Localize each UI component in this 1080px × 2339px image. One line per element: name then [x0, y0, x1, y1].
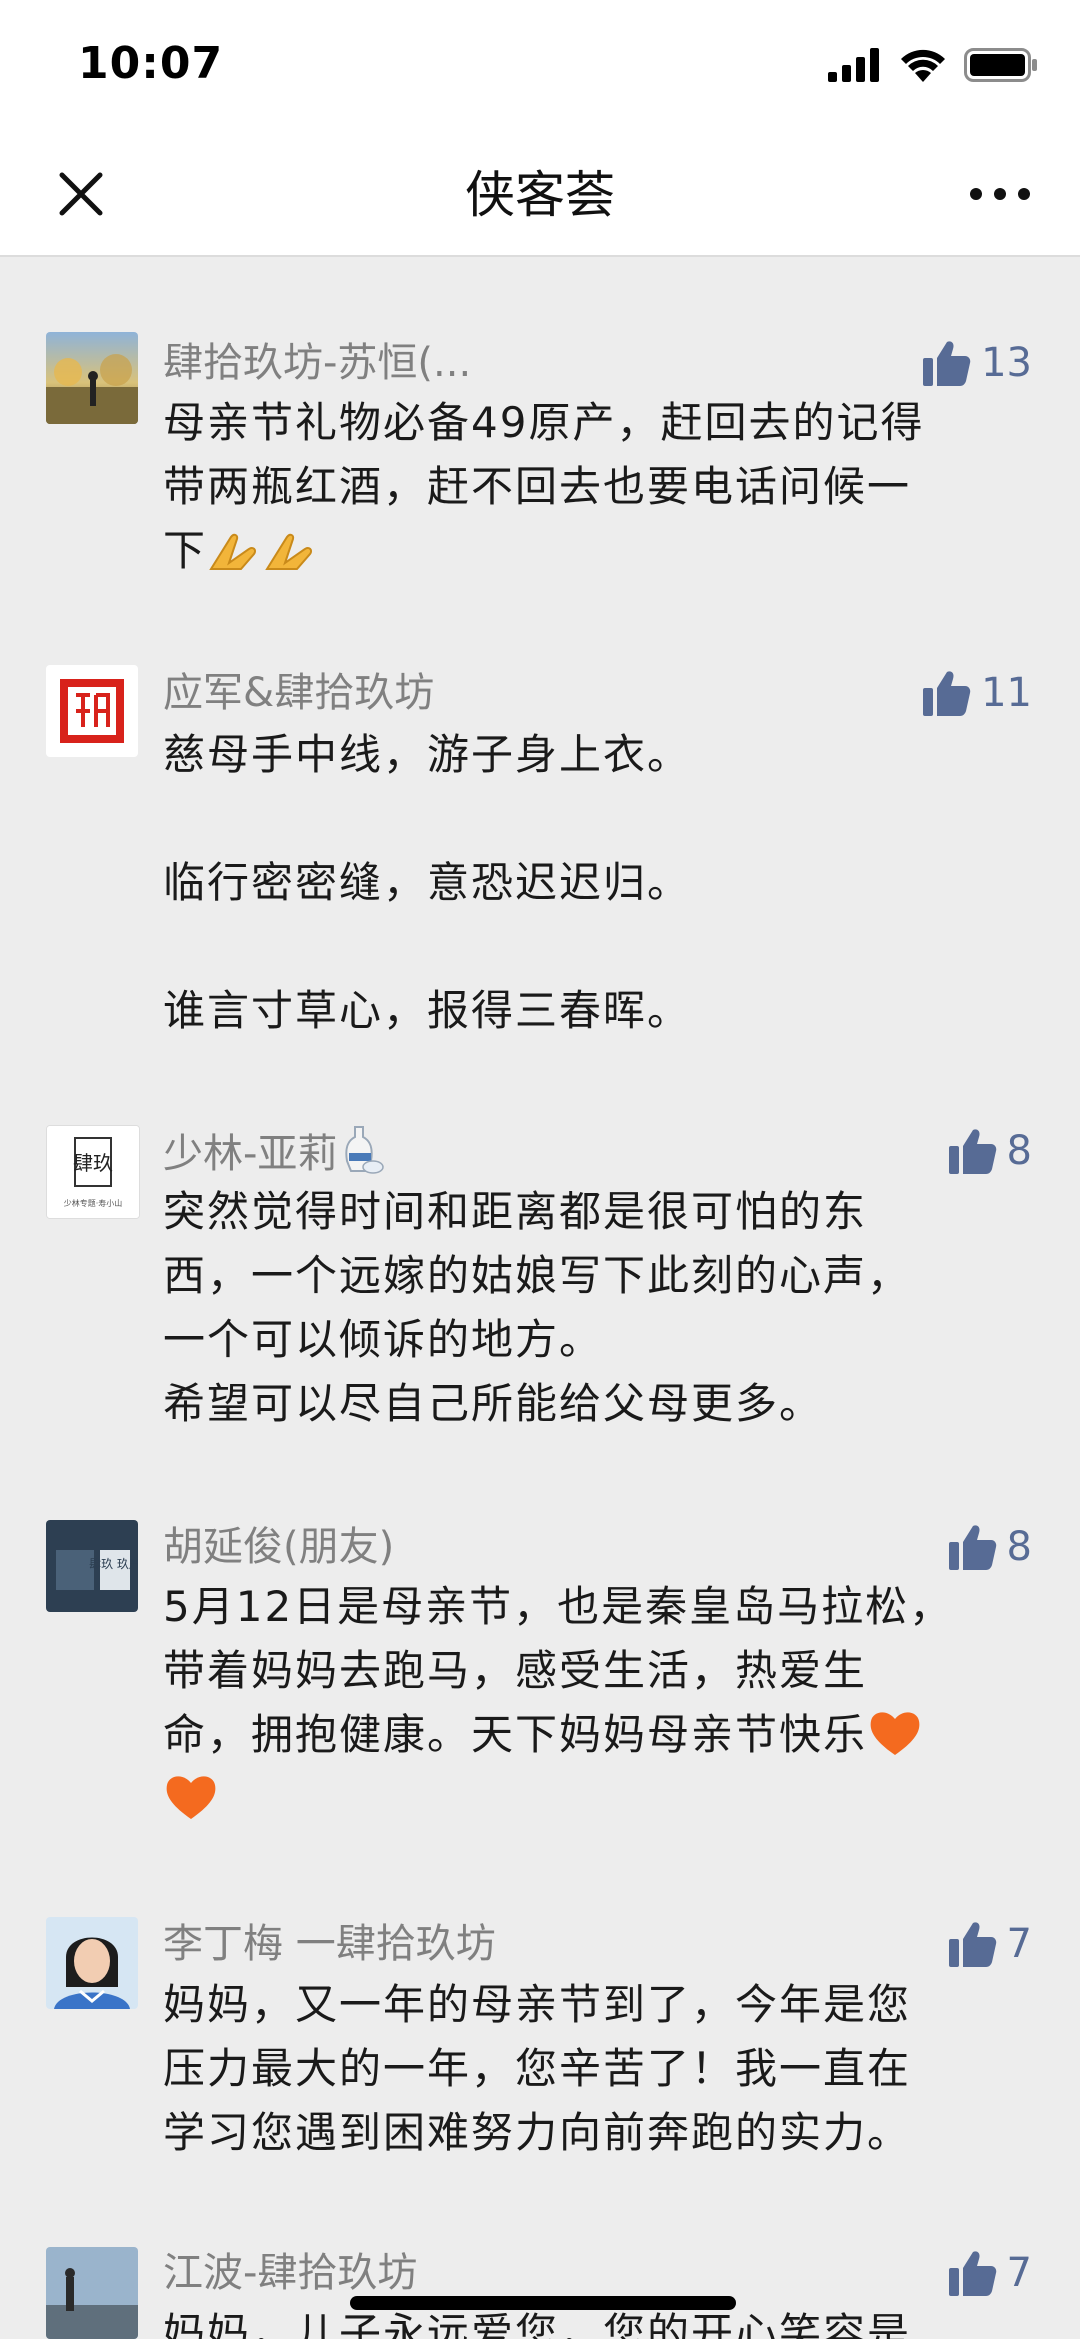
comment-line: 压力最大的一年，您辛苦了！我一直在 [163, 2044, 912, 2093]
comment-author: 少林-亚莉 [163, 1123, 385, 1182]
thumbs-up-icon [948, 2251, 996, 2296]
comment-line: 命，拥抱健康。天下妈妈母亲节快乐 [163, 1710, 868, 1759]
avatar[interactable]: 肆玖 玖产 [46, 1520, 138, 1612]
comment-author: 胡延俊(朋友) [163, 1524, 395, 1570]
avatar-seal-text: 肆玖 [73, 1151, 113, 1175]
cellular-signal-icon [828, 48, 879, 82]
comment-author: 应军&肆拾玖坊 [163, 670, 435, 716]
orange-heart-emoji [870, 1712, 920, 1755]
like-button[interactable]: 8 [948, 1519, 1032, 1575]
like-count: 11 [981, 670, 1032, 716]
comment-text: 母亲节礼物必备49原产，赶回去的记得 带两瓶红酒，赶不回去也要电话问候一 下 [163, 391, 1023, 583]
avatar[interactable] [46, 332, 138, 424]
avatar[interactable] [46, 665, 138, 757]
comment-line: 一个可以倾诉的地方。 [163, 1315, 604, 1364]
comment-line: 突然觉得时间和距离都是很可怕的东 [163, 1187, 868, 1236]
avatar[interactable] [46, 1917, 138, 2009]
thumbs-up-icon [923, 341, 971, 386]
status-bar: 10:07 [0, 0, 1080, 135]
avatar[interactable] [46, 2247, 138, 2339]
status-icons [828, 48, 1038, 82]
like-button[interactable]: 7 [948, 1916, 1032, 1972]
like-count: 7 [1006, 1921, 1032, 1967]
like-button[interactable]: 8 [948, 1123, 1032, 1179]
comment-author: 肆拾玖坊-苏恒(... [163, 340, 472, 386]
comment-line: 妈妈，又一年的母亲节到了，今年是您 [163, 1980, 912, 2029]
orange-heart-emoji [166, 1776, 216, 1819]
like-count: 7 [1006, 2250, 1032, 2296]
comment-line: 母亲节礼物必备49原产，赶回去的记得 [163, 398, 925, 447]
comment-line: 下 [163, 526, 208, 575]
nav-bar: 侠客荟 [0, 135, 1080, 257]
page-title: 侠客荟 [465, 166, 615, 224]
comment-text: 突然觉得时间和距离都是很可怕的东 西，一个远嫁的姑娘写下此刻的心声， 一个可以倾… [163, 1180, 1023, 1436]
comment-line: 5月12日是母亲节，也是秦皇岛马拉松， [163, 1582, 954, 1631]
avatar[interactable]: 肆玖 少林专题·寿小山 [46, 1125, 140, 1219]
battery-icon [964, 48, 1037, 82]
comment-line: 西，一个远嫁的姑娘写下此刻的心声， [163, 1251, 912, 1300]
comment-line: 慈母手中线，游子身上衣。 [163, 730, 692, 779]
comment-line: 谁言寸草心，报得三春晖。 [163, 986, 692, 1035]
comment-list[interactable]: 肆拾玖坊-苏恒(... 13 母亲节礼物必备49原产，赶回去的记得 带两瓶红酒，… [0, 257, 1080, 2339]
comment-author: 李丁梅 一肆拾玖坊 [163, 1921, 496, 1967]
status-time: 10:07 [78, 38, 224, 89]
more-icon[interactable] [964, 163, 1036, 225]
thumbs-up-icon [948, 1922, 996, 1967]
like-button[interactable]: 13 [923, 335, 1032, 391]
like-count: 8 [1006, 1128, 1032, 1174]
praying-hands-emoji [209, 533, 257, 570]
comment-line: 希望可以尽自己所能给父母更多。 [163, 1379, 824, 1428]
thumbs-up-icon [923, 671, 971, 716]
comment-line: 学习您遇到困难努力向前奔跑的实力。 [163, 2108, 912, 2157]
comment-text: 5月12日是母亲节，也是秦皇岛马拉松， 带着妈妈去跑马，感受生活，热爱生 命，拥… [163, 1575, 1023, 1831]
comment-author: 江波-肆拾玖坊 [163, 2250, 418, 2296]
thumbs-up-icon [948, 1525, 996, 1570]
avatar-text: 肆玖 玖产 [89, 1557, 138, 1571]
like-button[interactable]: 11 [923, 665, 1032, 721]
like-count: 8 [1006, 1524, 1032, 1570]
home-indicator [350, 2296, 736, 2310]
like-button[interactable]: 7 [948, 2245, 1032, 2301]
avatar-caption-text: 少林专题·寿小山 [64, 1198, 123, 1208]
sake-bottle-emoji [345, 1126, 385, 1174]
wifi-icon [901, 49, 945, 82]
comment-line: 带着妈妈去跑马，感受生活，热爱生 [163, 1646, 868, 1695]
thumbs-up-icon [948, 1129, 996, 1174]
praying-hands-emoji [265, 533, 313, 570]
comment-text: 妈妈，又一年的母亲节到了，今年是您 压力最大的一年，您辛苦了！我一直在 学习您遇… [163, 1973, 1023, 2165]
comment-line: 临行密密缝，意恐迟迟归。 [163, 858, 692, 907]
like-count: 13 [981, 340, 1032, 386]
comment-line: 带两瓶红酒，赶不回去也要电话问候一 [163, 462, 912, 511]
comment-text: 慈母手中线，游子身上衣。 临行密密缝，意恐迟迟归。 谁言寸草心，报得三春晖。 [163, 723, 1023, 1043]
